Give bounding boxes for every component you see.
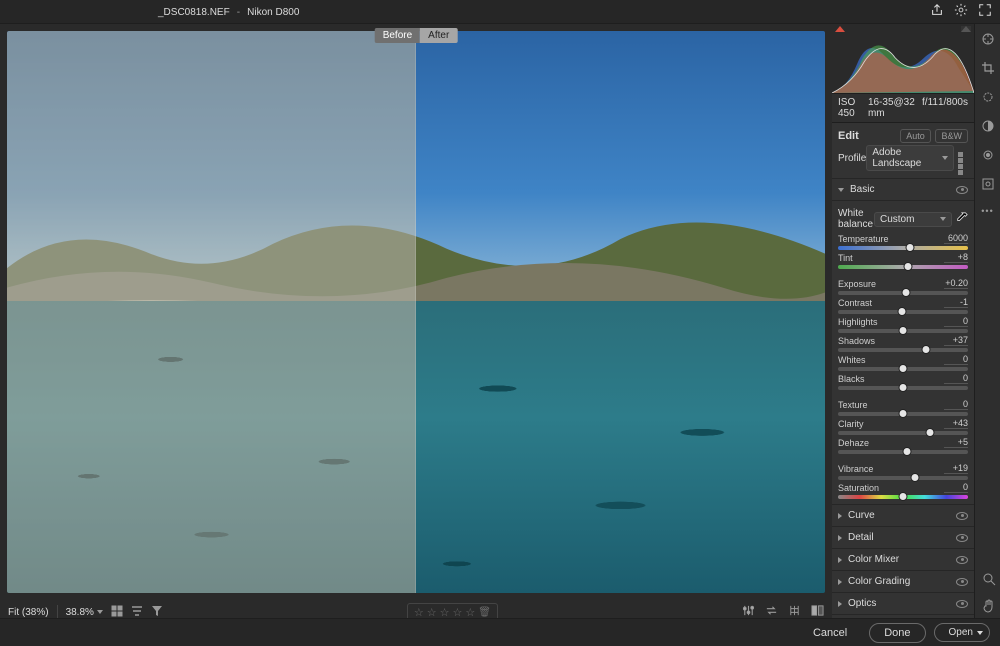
slider-tint[interactable]: Tint+8 — [838, 252, 968, 269]
exif-aperture: f/11 — [922, 97, 938, 119]
chevron-right-icon — [838, 557, 842, 563]
visibility-eye-icon[interactable] — [956, 512, 968, 520]
heal-brush-icon[interactable] — [981, 90, 995, 107]
histogram[interactable] — [832, 24, 974, 94]
done-button[interactable]: Done — [869, 623, 925, 643]
share-icon[interactable] — [930, 3, 944, 20]
image-canvas[interactable]: Before After — [0, 24, 832, 600]
bw-button[interactable]: B&W — [935, 129, 968, 143]
white-balance-select[interactable]: Custom — [874, 212, 952, 227]
star-icon[interactable]: ☆ — [453, 606, 463, 619]
open-button[interactable]: Open — [934, 623, 990, 642]
slider-blacks[interactable]: Blacks0 — [838, 373, 968, 390]
chevron-right-icon — [838, 579, 842, 585]
camera-model: Nikon D800 — [247, 7, 299, 18]
star-icon[interactable]: ☆ — [427, 606, 437, 619]
star-icon[interactable]: ☆ — [465, 606, 475, 619]
slider-vibrance[interactable]: Vibrance+19 — [838, 463, 968, 480]
exif-iso: ISO 450 — [838, 97, 868, 119]
cancel-button[interactable]: Cancel — [799, 624, 861, 642]
visibility-eye-icon[interactable] — [956, 578, 968, 586]
panel-curve[interactable]: Curve — [832, 505, 974, 527]
crop-icon[interactable] — [981, 61, 995, 78]
fullscreen-icon[interactable] — [978, 3, 992, 20]
chevron-down-icon — [838, 188, 844, 192]
slider-exposure[interactable]: Exposure+0.20 — [838, 278, 968, 295]
auto-button[interactable]: Auto — [900, 129, 931, 143]
mask-icon[interactable] — [981, 119, 995, 136]
visibility-eye-icon[interactable] — [956, 600, 968, 608]
slider-whites[interactable]: Whites0 — [838, 354, 968, 371]
exif-bar: ISO 450 16-35@32 mm f/11 1/800s — [832, 94, 974, 123]
slider-clarity[interactable]: Clarity+43 — [838, 418, 968, 435]
slider-temperature[interactable]: Temperature6000 — [838, 233, 968, 250]
exif-lens: 16-35@32 mm — [868, 97, 922, 119]
chevron-right-icon — [838, 513, 842, 519]
eyedropper-icon[interactable] — [956, 212, 968, 227]
photo-preview — [7, 31, 825, 593]
tool-strip: ••• — [974, 24, 1000, 646]
settings-gear-icon[interactable] — [954, 3, 968, 20]
basic-panel-header[interactable]: Basic — [832, 179, 974, 201]
slider-texture[interactable]: Texture0 — [838, 399, 968, 416]
more-tools-icon[interactable]: ••• — [981, 206, 993, 216]
redeye-icon[interactable] — [981, 148, 995, 165]
star-icon[interactable]: ☆ — [440, 606, 450, 619]
slider-saturation[interactable]: Saturation0 — [838, 482, 968, 499]
star-icon[interactable]: ☆ — [414, 606, 424, 619]
profile-browser-icon[interactable] — [958, 152, 968, 164]
hand-tool-icon[interactable] — [982, 599, 996, 616]
document-title: _DSC0818.NEF - Nikon D800 — [158, 6, 299, 18]
slider-highlights[interactable]: Highlights0 — [838, 316, 968, 333]
slider-dehaze[interactable]: Dehaze+5 — [838, 437, 968, 454]
panel-color grading[interactable]: Color Grading — [832, 571, 974, 593]
before-tab[interactable]: Before — [375, 28, 420, 43]
profile-label: Profile — [838, 153, 866, 164]
visibility-eye-icon[interactable] — [956, 186, 968, 194]
exif-shutter: 1/800s — [938, 97, 968, 119]
visibility-eye-icon[interactable] — [956, 556, 968, 564]
slider-shadows[interactable]: Shadows+37 — [838, 335, 968, 352]
before-overlay — [7, 31, 416, 593]
panel-optics[interactable]: Optics — [832, 593, 974, 615]
zoom-tool-icon[interactable] — [982, 572, 996, 589]
presets-icon[interactable] — [981, 177, 995, 194]
zoom-fit-dropdown[interactable]: Fit (38%) — [8, 607, 49, 618]
zoom-percent-dropdown[interactable]: 38.8% — [66, 607, 103, 618]
white-balance-label: White balance — [838, 208, 874, 230]
slider-contrast[interactable]: Contrast-1 — [838, 297, 968, 314]
title-separator: - — [237, 7, 240, 18]
panel-color mixer[interactable]: Color Mixer — [832, 549, 974, 571]
edit-sliders-icon[interactable] — [981, 32, 995, 49]
after-tab[interactable]: After — [420, 28, 457, 43]
chevron-right-icon — [838, 601, 842, 607]
visibility-eye-icon[interactable] — [956, 534, 968, 542]
profile-select[interactable]: Adobe Landscape — [866, 145, 953, 171]
edit-panel-title: Edit — [838, 130, 859, 142]
chevron-right-icon — [838, 535, 842, 541]
before-after-toggle[interactable]: Before After — [375, 28, 458, 43]
panel-detail[interactable]: Detail — [832, 527, 974, 549]
trash-icon[interactable]: 🗑 — [478, 607, 491, 618]
file-name: _DSC0818.NEF — [158, 7, 230, 18]
